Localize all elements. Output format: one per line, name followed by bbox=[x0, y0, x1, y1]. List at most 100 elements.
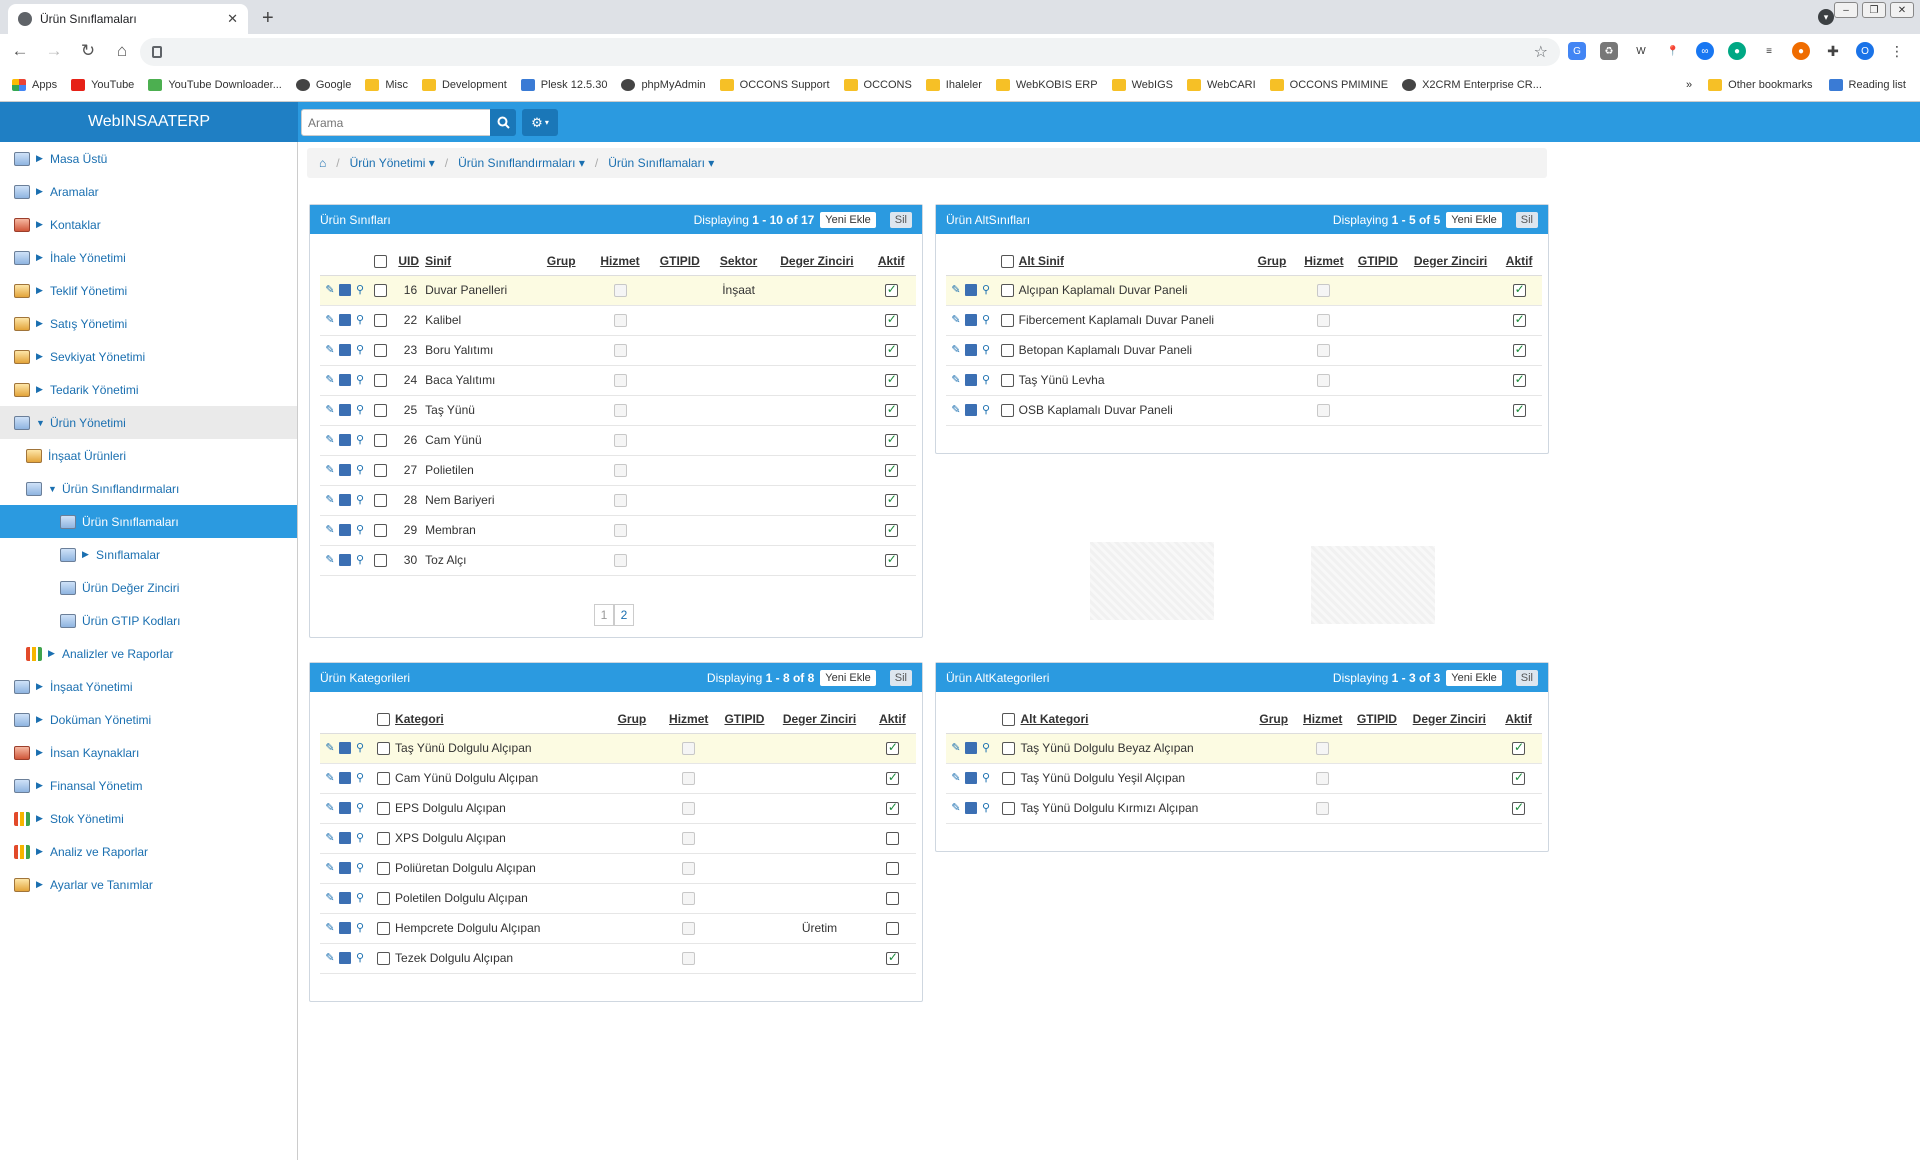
table-row[interactable]: ✎ ⚲ Cam Yünü Dolgulu Alçıpan bbox=[320, 763, 916, 794]
table-row[interactable]: ✎ ⚲ Alçıpan Kaplamalı Duvar Paneli bbox=[946, 275, 1542, 306]
sidebar-item[interactable]: ▶ İnşaat Yönetimi bbox=[0, 670, 297, 703]
table-row[interactable]: ✎ ⚲ Tezek Dolgulu Alçıpan bbox=[320, 943, 916, 974]
column-header[interactable]: Sektor bbox=[709, 247, 768, 276]
bookmark-apps[interactable]: Apps bbox=[12, 78, 57, 91]
sidebar-item[interactable]: ▶ Kontaklar bbox=[0, 208, 297, 241]
table-row[interactable]: ✎ ⚲ Poletilen Dolgulu Alçıpan bbox=[320, 883, 916, 914]
caret-right-icon[interactable]: ▶ bbox=[36, 219, 44, 230]
row-checkbox[interactable] bbox=[1000, 404, 1014, 418]
edit-icon[interactable]: ✎ bbox=[950, 802, 962, 814]
reading-list[interactable]: Reading list bbox=[1828, 78, 1906, 91]
bookmark-youtube[interactable]: YouTube bbox=[71, 78, 134, 91]
table-row[interactable]: ✎ ⚲ Fibercement Kaplamalı Duvar Paneli bbox=[946, 305, 1542, 336]
column-header[interactable]: Aktif bbox=[868, 705, 916, 734]
edit-icon[interactable]: ✎ bbox=[324, 344, 336, 356]
view-icon[interactable]: ⚲ bbox=[354, 404, 366, 416]
row-checkbox[interactable] bbox=[1000, 284, 1014, 298]
home-icon[interactable]: ⌂ bbox=[108, 41, 136, 61]
column-header[interactable]: Aktif bbox=[1496, 247, 1542, 276]
bookmark-webkobis[interactable]: WebKOBIS ERP bbox=[995, 78, 1098, 91]
wappalyzer-extension-icon[interactable]: W bbox=[1632, 42, 1650, 60]
aktif-checkbox[interactable] bbox=[1512, 800, 1526, 816]
edit-icon[interactable]: ✎ bbox=[324, 892, 336, 904]
aktif-checkbox[interactable] bbox=[1512, 770, 1526, 786]
recorder-extension-icon[interactable]: ● bbox=[1792, 42, 1810, 60]
row-checkbox[interactable] bbox=[376, 892, 390, 906]
edit-icon[interactable]: ✎ bbox=[324, 832, 336, 844]
table-row[interactable]: ✎ ⚲ EPS Dolgulu Alçıpan bbox=[320, 793, 916, 824]
edit-icon[interactable]: ✎ bbox=[324, 524, 336, 536]
select-all-checkbox[interactable] bbox=[1000, 254, 1014, 268]
edit-icon[interactable]: ✎ bbox=[324, 862, 336, 874]
copy-icon[interactable] bbox=[339, 374, 351, 386]
view-icon[interactable]: ⚲ bbox=[354, 434, 366, 446]
delete-button[interactable]: Sil bbox=[889, 211, 912, 228]
edit-icon[interactable]: ✎ bbox=[324, 284, 336, 296]
edit-icon[interactable]: ✎ bbox=[950, 374, 962, 386]
column-header[interactable]: GTIPID bbox=[649, 247, 710, 276]
column-header[interactable]: Hizmet bbox=[658, 705, 719, 734]
row-checkbox[interactable] bbox=[1002, 802, 1016, 816]
view-icon[interactable]: ⚲ bbox=[354, 314, 366, 326]
aktif-checkbox[interactable] bbox=[885, 862, 899, 876]
column-header[interactable]: Grup bbox=[1252, 705, 1296, 734]
copy-icon[interactable] bbox=[339, 554, 351, 566]
row-checkbox[interactable] bbox=[376, 862, 390, 876]
caret-right-icon[interactable]: ▶ bbox=[36, 186, 44, 197]
delete-button[interactable]: Sil bbox=[1515, 669, 1538, 686]
view-icon[interactable]: ⚲ bbox=[980, 284, 992, 296]
edit-icon[interactable]: ✎ bbox=[324, 374, 336, 386]
sidebar-item[interactable]: Ürün Değer Zinciri bbox=[0, 571, 297, 604]
row-checkbox[interactable] bbox=[374, 554, 388, 568]
aktif-checkbox[interactable] bbox=[885, 892, 899, 906]
sidebar-item[interactable]: ▶ Sınıflamalar bbox=[0, 538, 297, 571]
column-header[interactable]: Grup bbox=[605, 705, 659, 734]
search-extension-icon[interactable]: ● bbox=[1728, 42, 1746, 60]
caret-right-icon[interactable]: ▶ bbox=[36, 681, 44, 692]
row-checkbox[interactable] bbox=[374, 404, 388, 418]
row-checkbox[interactable] bbox=[374, 284, 388, 298]
extensions-puzzle-icon[interactable]: ✚ bbox=[1824, 42, 1842, 60]
row-checkbox[interactable] bbox=[1000, 314, 1014, 328]
sidebar-item[interactable]: ▶ İhale Yönetimi bbox=[0, 241, 297, 274]
copy-icon[interactable] bbox=[339, 344, 351, 356]
home-icon[interactable]: ⌂ bbox=[319, 156, 326, 170]
other-bookmarks[interactable]: Other bookmarks bbox=[1708, 78, 1813, 91]
edit-icon[interactable]: ✎ bbox=[950, 742, 962, 754]
add-button[interactable]: Yeni Ekle bbox=[1446, 211, 1502, 228]
copy-icon[interactable] bbox=[339, 922, 351, 934]
bookmark-youtube-downloader[interactable]: YouTube Downloader... bbox=[148, 78, 282, 91]
caret-right-icon[interactable]: ▶ bbox=[36, 252, 44, 263]
view-icon[interactable]: ⚲ bbox=[354, 524, 366, 536]
column-header[interactable]: Deger Zinciri bbox=[1404, 247, 1497, 276]
table-row[interactable]: ✎ ⚲ 22 Kalibel bbox=[320, 305, 916, 336]
table-row[interactable]: ✎ ⚲ Poliüretan Dolgulu Alçıpan bbox=[320, 853, 916, 884]
caret-right-icon[interactable]: ▶ bbox=[36, 351, 44, 362]
bookmark-occons[interactable]: OCCONS bbox=[843, 78, 912, 91]
forward-icon[interactable]: → bbox=[40, 41, 68, 61]
copy-icon[interactable] bbox=[965, 344, 977, 356]
view-icon[interactable]: ⚲ bbox=[980, 802, 992, 814]
bookmark-x2crm[interactable]: X2CRM Enterprise CR... bbox=[1402, 78, 1542, 91]
row-checkbox[interactable] bbox=[1002, 772, 1016, 786]
copy-icon[interactable] bbox=[965, 404, 977, 416]
aktif-checkbox[interactable] bbox=[884, 402, 898, 418]
add-button[interactable]: Yeni Ekle bbox=[1446, 669, 1502, 686]
row-checkbox[interactable] bbox=[1002, 742, 1016, 756]
search-input[interactable] bbox=[301, 109, 491, 136]
view-icon[interactable]: ⚲ bbox=[354, 742, 366, 754]
bookmark-misc[interactable]: Misc bbox=[365, 78, 408, 91]
table-row[interactable]: ✎ ⚲ Taş Yünü Levha bbox=[946, 365, 1542, 396]
table-row[interactable]: ✎ ⚲ XPS Dolgulu Alçıpan bbox=[320, 823, 916, 854]
aktif-checkbox[interactable] bbox=[885, 832, 899, 846]
bookmark-ihaleler[interactable]: Ihaleler bbox=[925, 78, 982, 91]
address-bar[interactable]: ☆ bbox=[140, 38, 1560, 66]
aktif-checkbox[interactable] bbox=[885, 950, 899, 966]
bookmark-google[interactable]: Google bbox=[295, 78, 351, 91]
search-button[interactable] bbox=[490, 109, 516, 136]
edit-icon[interactable]: ✎ bbox=[950, 404, 962, 416]
sidebar-item[interactable]: ▶ Analiz ve Raporlar bbox=[0, 835, 297, 868]
caret-right-icon[interactable]: ▶ bbox=[48, 648, 56, 659]
caret-right-icon[interactable]: ▶ bbox=[36, 747, 44, 758]
breadcrumb-item[interactable]: Ürün Sınıflamaları ▾ bbox=[608, 156, 714, 170]
